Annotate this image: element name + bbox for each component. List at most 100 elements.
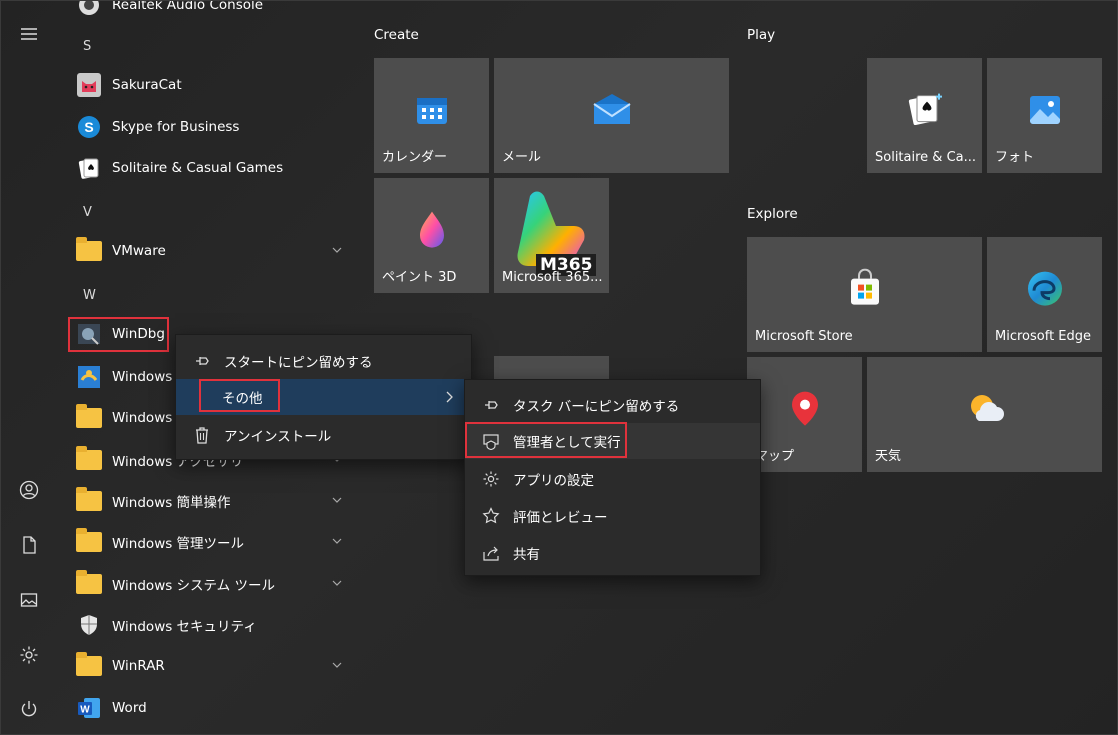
folder-icon: [75, 237, 103, 265]
folder-icon: [75, 570, 103, 598]
letter-header-s[interactable]: S: [83, 39, 91, 54]
app-item-windows-security[interactable]: Windows セキュリティ: [71, 607, 353, 643]
chevron-down-icon[interactable]: [331, 577, 343, 589]
tile-photos[interactable]: フォト: [987, 58, 1102, 173]
menu-item-label: 共有: [513, 547, 540, 563]
chevron-down-icon[interactable]: [331, 535, 343, 547]
tile-label: Solitaire & Ca...: [875, 150, 977, 165]
folder-icon: [75, 487, 103, 515]
tile-label: Microsoft Edge: [995, 329, 1092, 344]
app-label: Solitaire & Casual Games: [112, 160, 284, 176]
app-label: Windows 簡単操作: [112, 495, 231, 511]
app-item-windows-ease[interactable]: Windows 簡単操作: [71, 483, 353, 519]
svg-text:S: S: [84, 119, 93, 135]
app-label: WinRAR: [112, 658, 165, 674]
tile-label: ペイント 3D: [382, 270, 457, 285]
tile-label: カレンダー: [382, 150, 448, 165]
documents-icon[interactable]: [15, 531, 43, 559]
group-title-explore[interactable]: Explore: [747, 206, 798, 222]
chevron-down-icon[interactable]: [331, 494, 343, 506]
mail-icon: [590, 92, 634, 132]
menu-item-app-settings[interactable]: アプリの設定: [465, 461, 760, 497]
app-label: Windows セキュリティ: [112, 619, 257, 635]
tile-label: 天気: [875, 449, 902, 464]
tile-label: メール: [502, 150, 542, 165]
menu-item-label: アプリの設定: [513, 473, 594, 489]
tile-label: フォト: [995, 150, 1035, 165]
tile-store[interactable]: Microsoft Store: [747, 237, 982, 352]
app-item-windows-admin-tools[interactable]: Windows 管理ツール: [71, 524, 353, 560]
sakuracat-icon: [75, 71, 103, 99]
power-icon[interactable]: [15, 695, 43, 723]
start-menu: Realtek Audio Console S SakuraCat S Skyp…: [0, 0, 1118, 735]
letter-header-w[interactable]: W: [83, 288, 96, 303]
tile-microsoft365[interactable]: M365 Microsoft 365...: [494, 178, 609, 293]
run-admin-highlight: [465, 422, 627, 458]
menu-item-pin-taskbar[interactable]: タスク バーにピン留めする: [465, 387, 760, 423]
skype-icon: S: [75, 113, 103, 141]
star-icon: [481, 506, 501, 526]
pictures-icon[interactable]: [15, 586, 43, 614]
solitaire-icon: [75, 154, 103, 182]
chevron-down-icon[interactable]: [331, 244, 343, 256]
letter-header-v[interactable]: V: [83, 205, 92, 220]
folder-icon: [75, 652, 103, 680]
app-item-windows-system-tools[interactable]: Windows システム ツール: [71, 566, 353, 602]
tile-label: Microsoft Store: [755, 329, 853, 344]
app-item-word[interactable]: W Word: [71, 690, 353, 726]
tile-mail[interactable]: メール: [494, 58, 729, 173]
app-label: SakuraCat: [112, 77, 182, 93]
tile-weather[interactable]: 天気: [867, 357, 1102, 472]
menu-item-uninstall[interactable]: アンインストール: [176, 417, 471, 453]
app-label: Word: [112, 700, 147, 716]
tile-edge[interactable]: Microsoft Edge: [987, 237, 1102, 352]
maps-icon: [788, 388, 822, 432]
tile-maps[interactable]: マップ: [747, 357, 862, 472]
app-item-realtek[interactable]: Realtek Audio Console: [71, 0, 353, 23]
pin-icon: [481, 395, 501, 415]
settings-icon[interactable]: [15, 641, 43, 669]
shield-icon: [75, 611, 103, 639]
calendar-icon: [414, 92, 450, 132]
more-highlight: [199, 379, 280, 412]
app-item-sakuracat[interactable]: SakuraCat: [71, 67, 353, 103]
group-title-create[interactable]: Create: [374, 27, 419, 43]
app-item-skype[interactable]: S Skype for Business: [71, 109, 353, 145]
group-title-play[interactable]: Play: [747, 27, 775, 43]
start-rail: [1, 1, 57, 734]
svg-text:W: W: [80, 705, 90, 716]
app-label: Realtek Audio Console: [112, 0, 264, 13]
tile-calendar[interactable]: カレンダー: [374, 58, 489, 173]
app-item-vmware[interactable]: VMware: [71, 233, 353, 269]
realtek-icon: [75, 1, 103, 19]
chevron-down-icon[interactable]: [331, 659, 343, 671]
edge-icon: [1025, 268, 1065, 312]
word-icon: W: [75, 694, 103, 722]
solitaire-icon: [905, 89, 945, 133]
settings-icon: [481, 469, 501, 489]
photos-icon: [1027, 92, 1063, 132]
share-icon: [481, 543, 501, 563]
folder-icon: [75, 404, 103, 432]
menu-item-rate-review[interactable]: 評価とレビュー: [465, 498, 760, 534]
menu-item-label: アンインストール: [224, 429, 332, 445]
windbg-highlight: [68, 317, 169, 352]
menu-item-share[interactable]: 共有: [465, 535, 760, 571]
paint3d-icon: [415, 209, 449, 253]
pin-icon: [192, 351, 212, 371]
app-label: Skype for Business: [112, 119, 240, 135]
menu-item-label: タスク バーにピン留めする: [513, 399, 680, 415]
tile-solitaire[interactable]: Solitaire & Ca...: [867, 58, 982, 173]
menu-item-pin-start[interactable]: スタートにピン留めする: [176, 343, 471, 379]
app-item-winrar[interactable]: WinRAR: [71, 648, 353, 684]
folder-icon: [75, 528, 103, 556]
tile-paint3d[interactable]: ペイント 3D: [374, 178, 489, 293]
app-item-solitaire[interactable]: Solitaire & Casual Games: [71, 150, 353, 186]
hamburger-menu-icon[interactable]: [15, 20, 43, 48]
chevron-right-icon: [446, 391, 453, 403]
submenu: タスク バーにピン留めする 管理者として実行 アプリの設定 評価とレビュー 共有: [464, 379, 761, 576]
trash-icon: [192, 425, 212, 445]
user-icon[interactable]: [15, 476, 43, 504]
tile-label: Microsoft 365...: [502, 270, 603, 285]
app-label: Windows システム ツール: [112, 578, 275, 594]
